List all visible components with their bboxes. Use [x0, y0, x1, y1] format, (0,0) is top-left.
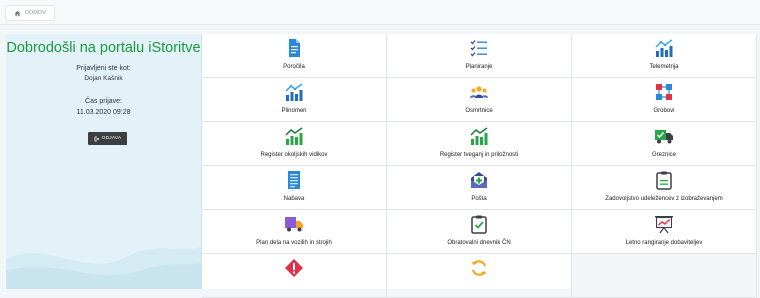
- app-tile-label: Nabava: [283, 196, 305, 202]
- app-tile-label: Obratovalni dnevnik ČN: [447, 240, 511, 246]
- top-bar: DOMOV: [0, 0, 760, 25]
- app-tile[interactable]: Register tveganj in priložnosti: [387, 122, 572, 166]
- app-tile-label: Plinomeri: [281, 108, 307, 114]
- app-tile-label: Osmrtnice: [465, 108, 493, 114]
- app-tile-label: Planiranje: [465, 64, 493, 70]
- clipboard-icon: [654, 170, 674, 190]
- delivery-truck-icon: [284, 214, 304, 234]
- truck-check-icon: [654, 126, 674, 146]
- empty-tile: [572, 254, 757, 298]
- login-time: 11.03.2020 09:28: [76, 109, 131, 116]
- people-group-icon: [469, 82, 489, 102]
- logout-label: ODJAVA: [101, 136, 122, 141]
- app-tile-label: Greznice: [651, 152, 676, 158]
- app-tile[interactable]: Letno rangiranje dobaviteljev: [572, 210, 757, 254]
- presentation-chart-icon: [654, 214, 674, 234]
- mail-plus-icon: [469, 170, 489, 190]
- clipboard-check-icon: [469, 214, 489, 234]
- app-tile-label: Poročila: [283, 64, 305, 70]
- app-tile[interactable]: Telemetrija: [572, 34, 757, 78]
- app-tile[interactable]: Poročila: [202, 34, 387, 78]
- logout-icon: [94, 136, 100, 141]
- app-tile[interactable]: Pošta: [387, 166, 572, 210]
- app-tile[interactable]: Zadovoljstvo udeležencev z izobraževanje…: [572, 166, 757, 210]
- app-tile-label: Grobovi: [653, 108, 675, 114]
- logout-button[interactable]: ODJAVA: [88, 132, 127, 145]
- app-tile[interactable]: Obratovalni dnevnik ČN: [387, 210, 572, 254]
- warning-icon: [284, 258, 304, 278]
- app-tile-label: Pošta: [471, 196, 487, 202]
- app-tile[interactable]: Osmrtnice: [387, 78, 572, 122]
- apps-grid: Poročila Planiranje Telemetrija Plinomeri Os…: [202, 34, 757, 298]
- bar-chart-line-icon: [284, 82, 304, 102]
- home-icon: [14, 10, 21, 16]
- app-tile-label: Telemetrija: [649, 64, 679, 70]
- app-tile-label: Letno rangiranje dobaviteljev: [625, 240, 703, 246]
- network-icon: [654, 82, 674, 102]
- checklist-icon: [469, 38, 489, 58]
- app-tile[interactable]: [202, 254, 387, 298]
- app-tile[interactable]: Plinomeri: [202, 78, 387, 122]
- app-tile[interactable]: Greznice: [572, 122, 757, 166]
- app-tile-label: Register tveganj in priložnosti: [439, 152, 519, 158]
- decorative-wave: [6, 247, 201, 289]
- login-time-label: Čas prijave:: [85, 98, 122, 105]
- app-tile[interactable]: Plan dela na vozilih in strojih: [202, 210, 387, 254]
- green-chart-icon: [469, 126, 489, 146]
- username: Dojan Kašnik: [84, 75, 123, 82]
- app-tile[interactable]: [387, 254, 572, 298]
- app-tile[interactable]: Grobovi: [572, 78, 757, 122]
- app-tile-label: Zadovoljstvo udeležencev z izobraževanje…: [605, 196, 723, 202]
- logged-in-label: Prijavljeni ste kot:: [76, 65, 131, 72]
- page-title: Dobrodošli na portalu iStoritve: [6, 40, 201, 56]
- document-icon: [284, 38, 304, 58]
- bar-chart-line-icon: [654, 38, 674, 58]
- list-document-icon: [284, 170, 304, 190]
- green-chart-icon: [284, 126, 304, 146]
- welcome-panel: Dobrodošli na portalu iStoritve Prijavlj…: [6, 34, 202, 289]
- refresh-icon: [469, 258, 489, 278]
- breadcrumb-home[interactable]: DOMOV: [5, 5, 55, 21]
- app-tile[interactable]: Register okoljskih vidikov: [202, 122, 387, 166]
- app-tile[interactable]: Planiranje: [387, 34, 572, 78]
- breadcrumb-label: DOMOV: [25, 10, 46, 16]
- app-tile-label: Plan dela na vozilih in strojih: [256, 240, 332, 246]
- app-tile[interactable]: Nabava: [202, 166, 387, 210]
- app-tile-label: Register okoljskih vidikov: [260, 152, 328, 158]
